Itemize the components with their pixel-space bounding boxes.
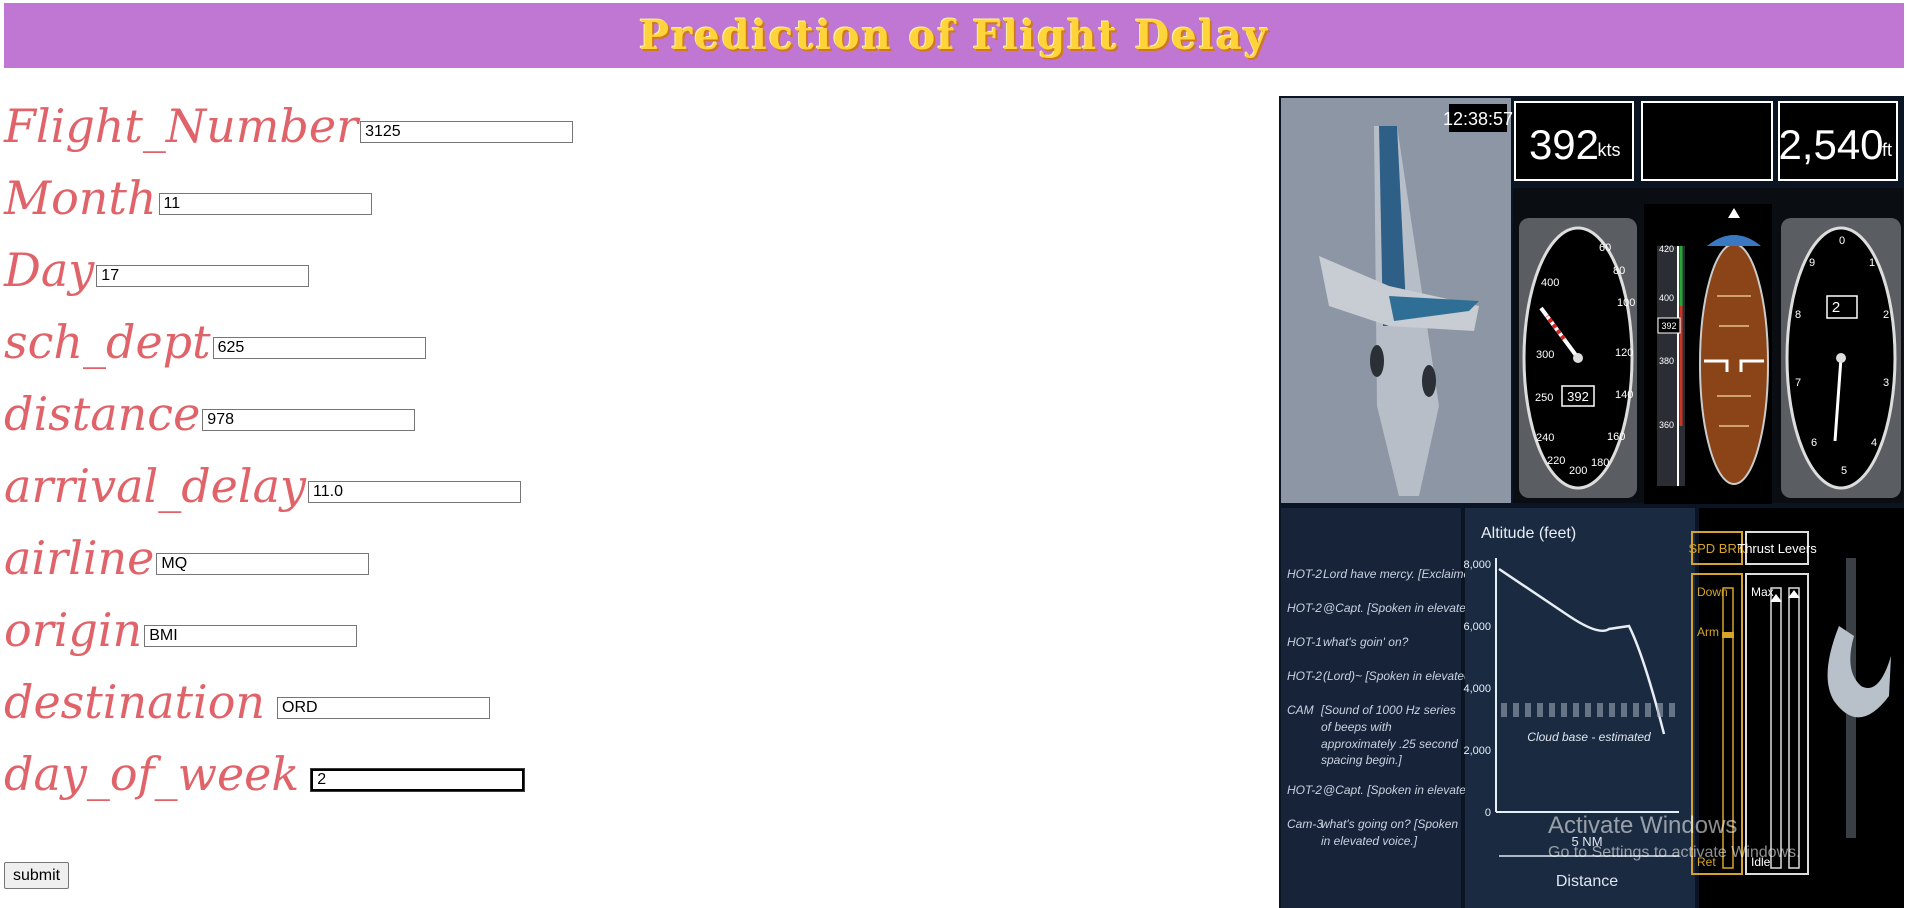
airspeed-readout: 392 (1529, 121, 1599, 168)
transcript-text-6: what's going on? [Spoken in elevated voi… (1321, 817, 1459, 848)
windows-activation-watermark: Activate Windows Go to Settings to activ… (1548, 812, 1801, 862)
page-title: Prediction of Flight Delay (638, 12, 1270, 59)
form-row-distance: distance (4, 387, 416, 441)
alt-tick-4: 4 (1871, 437, 1877, 449)
airline-input[interactable] (156, 553, 370, 575)
spd-arm-label: Arm (1697, 625, 1719, 639)
alt-tick-8: 8 (1795, 309, 1801, 321)
transcript-speaker-4: CAM (1287, 703, 1314, 717)
airspeed-unit: kts (1597, 140, 1620, 160)
airspeed-indicator: 60 80 100 120 140 160 180 200 220 240 25… (1519, 218, 1637, 498)
form-row-arrival-delay: arrival_delay (4, 459, 522, 513)
watermark-subtitle: Go to Settings to activate Windows. (1548, 844, 1801, 861)
alt-tick-9: 9 (1809, 257, 1815, 269)
distance-label: distance (4, 387, 201, 441)
asi-tick-400: 400 (1541, 277, 1559, 289)
alt-ytick-6000: 6,000 (1463, 621, 1491, 633)
adi-scale-380: 380 (1659, 356, 1674, 366)
alt-tick-0: 0 (1839, 235, 1845, 247)
sch-dept-label: sch_dept (4, 315, 211, 369)
transcript-text-2: what's goin' on? (1323, 635, 1409, 649)
asi-tick-60: 60 (1599, 242, 1611, 254)
center-readout-box (1641, 101, 1773, 181)
form-row-flight-number: Flight_Number (4, 99, 574, 153)
adi-scale-360: 360 (1659, 420, 1674, 430)
altimeter: 0 1 2 3 4 5 6 7 8 9 2 (1781, 218, 1901, 498)
asi-tick-140: 140 (1615, 389, 1633, 401)
transcript-speaker-1: HOT-2 (1287, 601, 1322, 615)
destination-input[interactable] (277, 697, 491, 719)
day-input[interactable] (96, 265, 310, 287)
altimeter-window-value: 2 (1832, 299, 1840, 316)
transcript-text-4: [Sound of 1000 Hz series of beeps with a… (1321, 703, 1458, 768)
alt-tick-3: 3 (1883, 377, 1889, 389)
asi-tick-160: 160 (1607, 431, 1625, 443)
altitude-unit: ft (1882, 140, 1892, 160)
form-row-airline: airline (4, 531, 370, 585)
alt-tick-7: 7 (1795, 377, 1801, 389)
transcript-speaker-6: Cam-3 (1287, 817, 1323, 831)
alt-ytick-2000: 2,000 (1463, 745, 1491, 757)
alt-tick-5: 5 (1841, 465, 1847, 477)
transcript-speaker-0: HOT-2 (1287, 567, 1322, 581)
day-of-week-input[interactable] (310, 768, 526, 792)
arrival-delay-input[interactable] (308, 481, 522, 503)
asi-tick-300: 300 (1536, 349, 1554, 361)
altitude-readout: 2,540 (1778, 121, 1883, 168)
asi-tick-80: 80 (1613, 265, 1625, 277)
asi-tick-100: 100 (1617, 297, 1635, 309)
adi-scale-392: 392 (1661, 321, 1676, 331)
day-of-week-label: day_of_week (4, 747, 300, 801)
distance-label: Distance (1556, 873, 1618, 890)
alt-tick-6: 6 (1811, 437, 1817, 449)
origin-label: origin (4, 603, 143, 657)
asi-tick-250: 250 (1535, 392, 1553, 404)
form-row-destination: destination (4, 675, 491, 729)
form-row-day: Day (4, 243, 310, 297)
alt-ytick-4000: 4,000 (1463, 683, 1491, 695)
month-label: Month (4, 171, 157, 225)
speed-brake-handle (1722, 632, 1734, 638)
transcript-text-0: Lord have mercy. [Exclaimed.] (1323, 567, 1484, 581)
flight-number-label: Flight_Number (4, 99, 359, 153)
form-row-sch-dept: sch_dept (4, 319, 426, 365)
transcript-speaker-3: HOT-2 (1287, 669, 1322, 683)
cockpit-graphic: 12:38:57 392 kts 2,540 ft 60 80 100 120 … (1281, 98, 1904, 908)
submit-button[interactable]: submit (4, 862, 70, 889)
origin-input[interactable] (144, 625, 358, 647)
alt-ytick-0: 0 (1485, 807, 1491, 819)
asi-tick-240: 240 (1536, 432, 1554, 444)
adi-scale-420: 420 (1659, 244, 1674, 254)
transcript-speaker-2: HOT-1 (1287, 635, 1322, 649)
day-label: Day (4, 243, 95, 297)
destination-label: destination (4, 675, 266, 729)
altitude-chart-title: Altitude (feet) (1481, 525, 1576, 542)
form-row-month: Month (4, 175, 372, 221)
asi-tick-220: 220 (1547, 455, 1565, 467)
attitude-indicator: 420 400 392 380 360 (1644, 204, 1772, 504)
cloud-base-label: Cloud base - estimated (1527, 730, 1651, 744)
arrival-delay-label: arrival_delay (4, 459, 307, 513)
form-row-day-of-week: day_of_week (4, 747, 526, 801)
asi-tick-200: 200 (1569, 465, 1587, 477)
alt-ytick-8000: 8,000 (1463, 559, 1491, 571)
asi-value: 392 (1567, 389, 1589, 404)
month-input[interactable] (158, 193, 372, 215)
alt-tick-2: 2 (1883, 309, 1889, 321)
thrust-levers-label: Thrust Levers (1737, 541, 1817, 556)
adi-scale-400: 400 (1659, 293, 1674, 303)
distance-input[interactable] (202, 409, 416, 431)
header-banner: Prediction of Flight Delay (4, 3, 1904, 68)
form-row-origin: origin (4, 603, 358, 657)
asi-tick-180: 180 (1591, 457, 1609, 469)
asi-tick-120: 120 (1615, 347, 1633, 359)
flight-number-input[interactable] (360, 121, 574, 143)
transcript-speaker-5: HOT-2 (1287, 783, 1322, 797)
airline-label: airline (4, 531, 155, 585)
sch-dept-input[interactable] (212, 337, 426, 359)
clock-text: 12:38:57 (1443, 109, 1513, 129)
alt-tick-1: 1 (1869, 257, 1875, 269)
cockpit-animation-panel: 12:38:57 392 kts 2,540 ft 60 80 100 120 … (1279, 96, 1904, 908)
watermark-title: Activate Windows (1548, 812, 1738, 839)
